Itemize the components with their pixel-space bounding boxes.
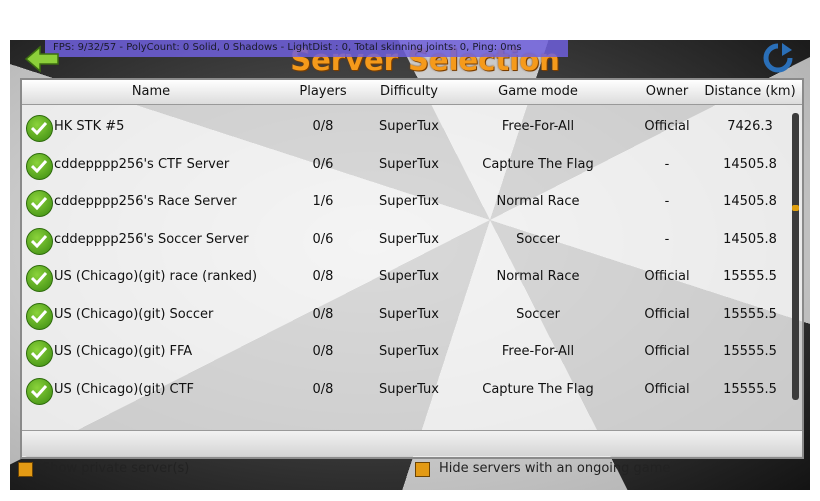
server-game-mode: Capture The Flag: [482, 381, 594, 397]
server-distance: 15555.5: [723, 381, 777, 397]
server-difficulty: SuperTux: [379, 306, 439, 322]
server-difficulty: SuperTux: [379, 119, 439, 134]
server-difficulty: SuperTux: [379, 381, 439, 397]
server-players: 0/8: [312, 381, 334, 397]
server-distance: 14505.8: [723, 231, 777, 247]
table-row[interactable]: US (Chicago)(git) Soccer 0/8 SuperTux Socce…: [22, 297, 792, 334]
server-name: US (Chicago)(git) race (ranked): [54, 269, 258, 284]
server-players: 0/6: [312, 231, 334, 247]
scrollbar[interactable]: [792, 113, 799, 400]
server-status-check-icon: [26, 227, 53, 255]
server-distance: 14505.8: [723, 156, 777, 172]
server-name: US (Chicago)(git) FFA: [54, 344, 193, 359]
server-difficulty: SuperTux: [379, 269, 439, 284]
back-arrow-icon[interactable]: [24, 44, 60, 74]
column-header-difficulty[interactable]: Difficulty: [366, 84, 452, 99]
show-private-option[interactable]: Show private server(s): [18, 460, 218, 480]
server-distance: 14505.8: [723, 194, 777, 209]
column-header-players[interactable]: Players: [280, 84, 366, 99]
column-header-name[interactable]: Name: [22, 84, 280, 99]
table-row[interactable]: cddepppp256's CTF Server 0/6 SuperTux Captu…: [22, 147, 792, 184]
list-footer: [22, 430, 802, 456]
server-players: 1/6: [312, 194, 334, 209]
server-status-check-icon: [26, 265, 53, 292]
server-game-mode: Normal Race: [496, 194, 580, 209]
column-header-game-mode[interactable]: Game mode: [452, 84, 624, 99]
server-players: 0/8: [312, 269, 334, 284]
show-private-checkbox[interactable]: [18, 462, 33, 477]
server-status-check-icon: [26, 152, 53, 180]
column-header-distance[interactable]: Distance (km): [698, 84, 802, 99]
table-row[interactable]: US (Chicago)(git) FFA 0/8 SuperTux Free-For…: [22, 334, 792, 371]
server-list: HK STK #5 0/8 SuperTux Free-For-All Official…: [22, 105, 792, 405]
table-row[interactable]: HK STK #5 0/8 SuperTux Free-For-All Official…: [22, 109, 792, 146]
scrollbar-thumb[interactable]: [792, 205, 799, 211]
server-name: HK STK #5: [54, 119, 125, 134]
server-game-mode: Free-For-All: [501, 119, 575, 134]
server-name: US (Chicago)(git) CTF: [54, 381, 195, 397]
hide-ongoing-label: Hide servers with an ongoing game: [439, 461, 671, 476]
table-row[interactable]: US (Chicago)(git) race (ranked) 0/8 SuperT…: [22, 259, 792, 296]
server-difficulty: SuperTux: [379, 231, 439, 247]
server-name: cddepppp256's CTF Server: [54, 156, 230, 172]
server-players: 0/6: [312, 156, 334, 172]
server-game-mode: Free-For-All: [501, 344, 575, 359]
server-status-check-icon: [26, 377, 53, 405]
server-distance: 7426.3: [727, 119, 773, 134]
server-name: US (Chicago)(git) Soccer: [54, 306, 214, 322]
server-name: cddepppp256's Soccer Server: [54, 231, 249, 247]
server-status-check-icon: [26, 340, 53, 367]
hide-ongoing-checkbox[interactable]: [415, 462, 430, 477]
game-screen: FPS: 9/32/57 - PolyCount: 0 Solid, 0 Sha…: [10, 40, 810, 490]
server-difficulty: SuperTux: [379, 156, 439, 172]
server-distance: 15555.5: [723, 269, 777, 284]
server-status-check-icon: [26, 115, 53, 142]
server-list-panel: Name Players Difficulty Game mode Owner …: [20, 78, 804, 459]
show-private-label: Show private server(s): [42, 461, 190, 476]
table-row[interactable]: US (Chicago)(git) CTF 0/8 SuperTux Capture …: [22, 372, 792, 406]
server-game-mode: Normal Race: [496, 269, 580, 284]
refresh-icon[interactable]: [762, 42, 794, 74]
server-difficulty: SuperTux: [379, 344, 439, 359]
server-players: 0/8: [312, 119, 334, 134]
debug-stats-bar: FPS: 9/32/57 - PolyCount: 0 Solid, 0 Sha…: [45, 40, 568, 57]
server-status-check-icon: [26, 190, 53, 217]
server-distance: 15555.5: [723, 344, 777, 359]
hide-ongoing-option[interactable]: Hide servers with an ongoing game: [415, 460, 715, 480]
server-difficulty: SuperTux: [379, 194, 439, 209]
server-game-mode: Soccer: [516, 231, 560, 247]
server-distance: 15555.5: [723, 306, 777, 322]
server-players: 0/8: [312, 306, 334, 322]
table-row[interactable]: cddepppp256's Soccer Server 0/6 SuperTux So…: [22, 222, 792, 259]
table-row[interactable]: cddepppp256's Race Server 1/6 SuperTux Norm…: [22, 184, 792, 221]
table-header: Name Players Difficulty Game mode Owner …: [22, 80, 802, 105]
server-game-mode: Capture The Flag: [482, 156, 594, 172]
server-status-check-icon: [26, 302, 53, 330]
server-game-mode: Soccer: [516, 306, 560, 322]
server-name: cddepppp256's Race Server: [54, 194, 237, 209]
server-players: 0/8: [312, 344, 334, 359]
